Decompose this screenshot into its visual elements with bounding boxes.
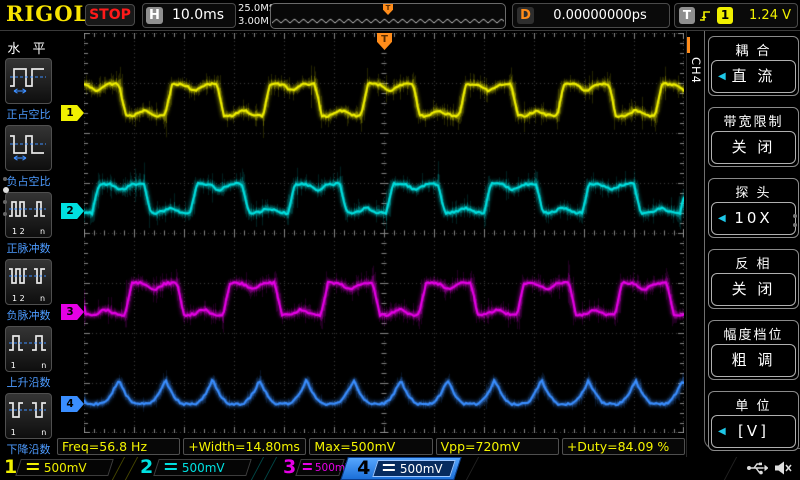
menu-item-negative-duty-cycle[interactable]: 负占空比: [5, 125, 52, 189]
channel-1-scale[interactable]: 500mV: [15, 459, 114, 476]
left-arrow-icon: ◀: [718, 203, 726, 234]
measurement-freq: Freq=56.8 Hz: [57, 438, 180, 455]
probe-button[interactable]: ◀10X: [711, 202, 796, 235]
left-menu-title: 水 平: [0, 38, 57, 57]
channel-3-offset-marker[interactable]: 3: [61, 304, 84, 320]
menu-accent-bar: [687, 37, 690, 53]
channel-status-bar: 1 500mV 2 500mV 3 500mV 4 500mV: [0, 457, 800, 480]
delay-icon: D: [517, 7, 534, 24]
channel-separator: [112, 457, 138, 480]
page-dot: [3, 212, 7, 216]
dc-coupling-icon: [27, 463, 39, 473]
menu-group-unit: 单 位 ◀[V]: [708, 391, 799, 451]
measurement-vpp: Vpp=720mV: [436, 438, 559, 455]
menu-group-bandwidth-limit: 带宽限制 ◀关 闭: [708, 107, 799, 167]
channel-4-scale: 500mV: [372, 460, 456, 477]
measurement-pduty: +Duty=84.09 %: [562, 438, 685, 455]
horizontal-icon: H: [146, 7, 163, 24]
left-arrow-icon: ◀: [718, 61, 726, 92]
page-dot-active: [3, 187, 9, 193]
trigger-delay[interactable]: D 0.00000000ps: [512, 3, 670, 28]
menu-item-rising-edge-count[interactable]: 1 n 上升沿数: [5, 326, 52, 390]
oscilloscope-screen: RIGOL STOP H 10.0ms 25.0MSa/s 3.00M pts …: [0, 0, 800, 480]
trigger-icon: T: [679, 7, 695, 24]
channel-2-offset-marker[interactable]: 2: [61, 203, 84, 219]
negative-pulse-count-icon: 1 2 n: [5, 259, 52, 305]
channel-separator: [466, 457, 491, 480]
waveform-preview[interactable]: T: [270, 3, 506, 29]
left-measure-menu: 水 平 正占空比 负占空比 1 2 n 正脉冲数 1 2 n 负脉冲数 1 n …: [0, 31, 57, 457]
menu-page-dot: [793, 214, 797, 218]
menu-group-coupling: 耦 合 ◀直 流: [708, 36, 799, 96]
graticule-and-traces: [84, 33, 684, 433]
channel-3-scale[interactable]: 500mV: [295, 459, 345, 476]
delay-value: 0.00000000ps: [537, 4, 663, 27]
falling-edge-count-icon: 1 n: [5, 393, 52, 439]
channel-4-selected-cell[interactable]: 4 500mV: [340, 457, 461, 480]
page-dot: [3, 200, 7, 204]
menu-item-falling-edge-count[interactable]: 1 n 下降沿数: [5, 393, 52, 457]
trigger-level-value: 1.24 V: [749, 4, 791, 27]
channel-tab-label: CH4: [689, 57, 703, 84]
channel-4-offset-marker[interactable]: 4: [61, 396, 84, 412]
positive-pulse-count-icon: 1 2 n: [5, 192, 52, 238]
horizontal-timebase[interactable]: H 10.0ms: [142, 3, 236, 28]
channel-1-offset-marker[interactable]: 1: [61, 105, 84, 121]
dc-coupling-icon: [165, 463, 177, 473]
invert-button[interactable]: ◀关 闭: [711, 273, 796, 306]
channel-3-number[interactable]: 3: [283, 456, 296, 478]
bandwidth-limit-button[interactable]: ◀关 闭: [711, 131, 796, 164]
measurement-bar: Freq=56.8 Hz +Width=14.80ms Max=500mV Vp…: [57, 438, 685, 455]
menu-group-invert: 反 相 ◀关 闭: [708, 249, 799, 309]
rising-edge-count-icon: 1 n: [5, 326, 52, 372]
measurement-pwidth: +Width=14.80ms: [183, 438, 306, 455]
top-status-bar: RIGOL STOP H 10.0ms 25.0MSa/s 3.00M pts …: [0, 0, 800, 31]
left-arrow-icon: ◀: [718, 416, 726, 447]
menu-item-positive-duty-cycle[interactable]: 正占空比: [5, 58, 52, 122]
menu-group-volts-scale-mode: 幅度档位 ◀粗 调: [708, 320, 799, 380]
waveform-display: T 1 2 3 4: [57, 31, 686, 438]
timebase-value: 10.0ms: [165, 4, 231, 27]
coupling-button[interactable]: ◀直 流: [711, 60, 796, 93]
unit-button[interactable]: ◀[V]: [711, 415, 796, 448]
usb-icon: [746, 460, 768, 480]
menu-item-negative-pulse-count[interactable]: 1 2 n 负脉冲数: [5, 259, 52, 323]
rising-edge-icon: [699, 8, 714, 27]
channel-2-scale[interactable]: 500mV: [153, 459, 252, 476]
page-dot: [3, 177, 7, 181]
positive-duty-cycle-icon: [5, 58, 52, 104]
menu-group-probe: 探 头 ◀10X: [708, 178, 799, 238]
rigol-logo: RIGOL: [6, 1, 89, 26]
channel-4-number: 4: [357, 457, 370, 479]
speaker-muted-icon: [774, 460, 792, 480]
measurement-max: Max=500mV: [309, 438, 432, 455]
negative-duty-cycle-icon: [5, 125, 52, 171]
dc-coupling-icon: [303, 463, 312, 473]
channel-setup-menu: CH4 耦 合 ◀直 流 带宽限制 ◀关 闭 探 头 ◀10X 反 相 ◀关 闭…: [686, 31, 800, 457]
dc-coupling-icon: [383, 464, 395, 474]
volts-scale-mode-button[interactable]: ◀粗 调: [711, 344, 796, 377]
trigger-source-badge: 1: [717, 7, 733, 24]
channel-separator: [251, 457, 277, 480]
channel-2-number[interactable]: 2: [140, 456, 153, 478]
menu-item-positive-pulse-count[interactable]: 1 2 n 正脉冲数: [5, 192, 52, 256]
menu-page-dot: [793, 223, 797, 227]
trigger-info[interactable]: T 1 1.24 V: [674, 3, 798, 28]
run-state-badge: STOP: [85, 4, 135, 26]
